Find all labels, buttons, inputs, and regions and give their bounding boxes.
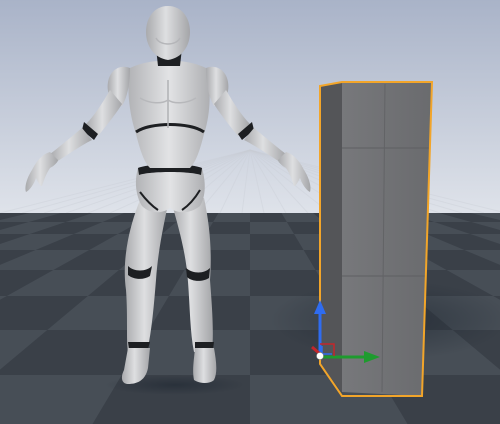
right-ankle-joint xyxy=(195,342,214,349)
cube-front-face[interactable] xyxy=(342,82,432,396)
selected-cube[interactable] xyxy=(319,81,434,397)
right-foot[interactable] xyxy=(193,348,217,383)
left-ankle-joint xyxy=(128,342,150,349)
viewport-canvas[interactable] xyxy=(0,0,500,424)
cube-left-face[interactable] xyxy=(320,82,342,392)
level-viewport[interactable] xyxy=(0,0,500,424)
floor-tile xyxy=(213,213,250,222)
gizmo-pivot-icon[interactable] xyxy=(316,352,324,360)
floor-tile xyxy=(250,222,295,234)
